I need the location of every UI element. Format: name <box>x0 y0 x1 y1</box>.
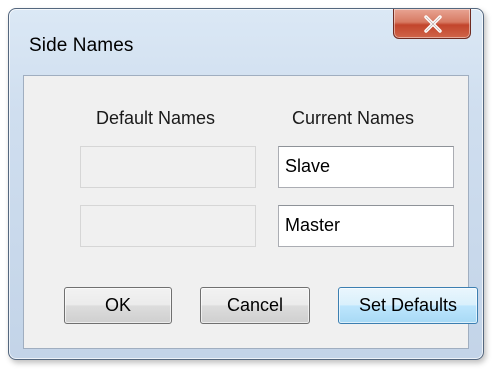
default-names-header: Default Names <box>96 108 216 128</box>
dialog-body: Default Names Current Names Slave Master… <box>23 75 478 349</box>
current-name-field-1[interactable]: Slave <box>278 146 454 188</box>
default-name-field-1 <box>80 146 256 188</box>
close-x-icon <box>424 15 442 33</box>
current-names-header: Current Names <box>292 108 415 128</box>
title-bar[interactable]: Side Names <box>9 9 483 69</box>
cancel-button[interactable]: Cancel <box>200 287 310 324</box>
dialog-title: Side Names <box>29 35 134 56</box>
close-button[interactable] <box>393 9 471 39</box>
set-defaults-button[interactable]: Set Defaults <box>338 287 478 324</box>
default-name-field-2 <box>80 205 256 247</box>
ok-button[interactable]: OK <box>64 287 172 324</box>
side-names-dialog: Side Names Default Names Current Names S… <box>8 8 484 360</box>
current-name-field-2[interactable]: Master <box>278 205 454 247</box>
